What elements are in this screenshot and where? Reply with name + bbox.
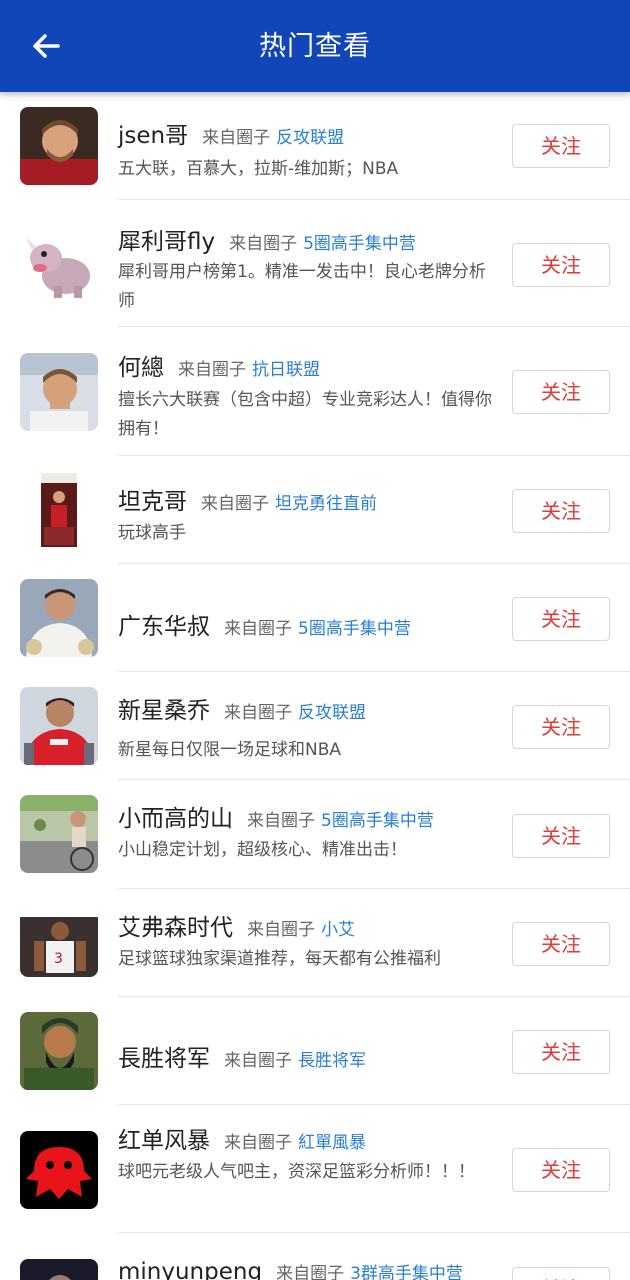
list-item[interactable]: minyunpeng 来自圈子 3群高手集中营 关注 (0, 1233, 630, 1280)
avatar[interactable] (20, 471, 98, 549)
avatar[interactable] (20, 687, 98, 765)
circle-link[interactable]: 長胜将军 (298, 1051, 366, 1071)
svg-text:3: 3 (54, 951, 63, 967)
user-desc: 擅长六大联赛（包含中超）专业竞彩达人！值得你拥有！ (118, 390, 492, 439)
list-item[interactable]: jsen哥 来自圈子 反攻联盟 五大联，百慕大，拉斯-维加斯；NBA 关注 (0, 92, 630, 200)
follow-button[interactable]: 关注 (512, 489, 610, 533)
from-label: 来自圈子 (201, 494, 269, 514)
user-desc: 新星每日仅限一场足球和NBA (118, 740, 342, 760)
user-desc: 五大联，百慕大，拉斯-维加斯；NBA (118, 159, 399, 179)
user-name[interactable]: 红单风暴 (118, 1128, 210, 1154)
circle-link[interactable]: 反攻联盟 (298, 703, 366, 723)
circle-link[interactable]: 坦克勇往直前 (275, 494, 377, 514)
circle-link[interactable]: 小艾 (321, 920, 355, 940)
circle-link[interactable]: 紅單風暴 (298, 1133, 366, 1153)
avatar[interactable] (20, 1131, 98, 1209)
user-desc: 足球篮球独家渠道推荐，每天都有公推福利 (118, 949, 441, 969)
app-header: 热门查看 (0, 0, 630, 92)
from-label: 来自圈子 (276, 1264, 345, 1280)
page-title: 热门查看 (259, 31, 371, 62)
circle-link[interactable]: 5圈高手集中营 (321, 811, 434, 831)
follow-button[interactable]: 关注 (512, 922, 610, 966)
follow-button[interactable]: 关注 (512, 1030, 610, 1074)
avatar[interactable] (20, 1259, 98, 1280)
list-item[interactable]: 小而高的山 来自圈子 5圈高手集中营 小山稳定计划，超级核心、精准出击！ 关注 (0, 780, 630, 889)
list-item[interactable]: 广东华叔 来自圈子 5圈高手集中营 关注 (0, 564, 630, 672)
avatar[interactable] (20, 795, 98, 873)
list-item[interactable]: 新星桑乔 来自圈子 反攻联盟 新星每日仅限一场足球和NBA 关注 (0, 672, 630, 780)
follow-button[interactable]: 关注 (512, 243, 610, 287)
user-name[interactable]: 广东华叔 (118, 614, 210, 640)
from-label: 来自圈子 (202, 128, 271, 148)
user-name[interactable]: 艾弗森时代 (118, 915, 233, 941)
from-label: 来自圈子 (224, 1133, 292, 1153)
user-desc: 小山稳定计划，超级核心、精准出击！ (118, 840, 407, 860)
from-label: 来自圈子 (224, 619, 292, 639)
avatar[interactable] (20, 1012, 98, 1090)
list-item[interactable]: 長胜将军 来自圈子 長胜将军 关注 (0, 997, 630, 1105)
circle-link[interactable]: 抗日联盟 (252, 360, 320, 380)
avatar[interactable]: 3 (20, 911, 98, 977)
user-name[interactable]: 長胜将军 (118, 1046, 210, 1072)
circle-link[interactable]: 反攻联盟 (276, 128, 344, 148)
circle-link[interactable]: 5圈高手集中营 (303, 234, 416, 254)
follow-button[interactable]: 关注 (512, 597, 610, 641)
list-item[interactable]: 何總 来自圈子 抗日联盟 擅长六大联赛（包含中超）专业竞彩达人！值得你拥有！ 关注 (0, 327, 630, 456)
follow-button[interactable]: 关注 (512, 370, 610, 414)
avatar[interactable] (20, 107, 98, 185)
user-desc: 球吧元老级人气吧主，资深足篮彩分析师！！！ (118, 1162, 475, 1182)
avatar[interactable] (20, 353, 98, 431)
follow-button[interactable]: 关注 (512, 705, 610, 749)
user-name[interactable]: 犀利哥fly (118, 229, 215, 255)
user-name[interactable]: 新星桑乔 (118, 698, 210, 724)
follow-button[interactable]: 关注 (512, 1267, 610, 1280)
from-label: 来自圈子 (224, 703, 292, 723)
avatar[interactable] (20, 579, 98, 657)
circle-link[interactable]: 3群高手集中营 (350, 1264, 463, 1280)
list-item[interactable]: 犀利哥fly 来自圈子 5圈高手集中营 犀利哥用户榜第1。精准一发击中！良心老牌分析… (0, 200, 630, 327)
user-name[interactable]: 坦克哥 (118, 489, 187, 515)
from-label: 来自圈子 (178, 360, 246, 380)
circle-link[interactable]: 5圈高手集中营 (298, 619, 411, 639)
from-label: 来自圈子 (229, 234, 298, 254)
follow-button[interactable]: 关注 (512, 1148, 610, 1192)
user-desc: 犀利哥用户榜第1。精准一发击中！良心老牌分析师 (118, 262, 486, 311)
follow-button[interactable]: 关注 (512, 124, 610, 168)
user-name[interactable]: 小而高的山 (118, 806, 233, 832)
user-desc: 玩球高手 (118, 523, 186, 543)
user-name[interactable]: jsen哥 (118, 123, 188, 149)
follow-button[interactable]: 关注 (512, 814, 610, 858)
from-label: 来自圈子 (247, 811, 315, 831)
list-item[interactable]: 3 艾弗森时代 来自圈子 小艾 足球篮球独家渠道推荐，每天都有公推福利 关注 (0, 889, 630, 997)
avatar[interactable] (20, 224, 98, 302)
from-label: 来自圈子 (247, 920, 315, 940)
user-name[interactable]: 何總 (118, 355, 164, 381)
from-label: 来自圈子 (224, 1051, 292, 1071)
list-item[interactable]: 坦克哥 来自圈子 坦克勇往直前 玩球高手 关注 (0, 456, 630, 564)
user-name[interactable]: minyunpeng (118, 1259, 262, 1280)
list-item[interactable]: 红单风暴 来自圈子 紅單風暴 球吧元老级人气吧主，资深足篮彩分析师！！！ 关注 (0, 1105, 630, 1233)
